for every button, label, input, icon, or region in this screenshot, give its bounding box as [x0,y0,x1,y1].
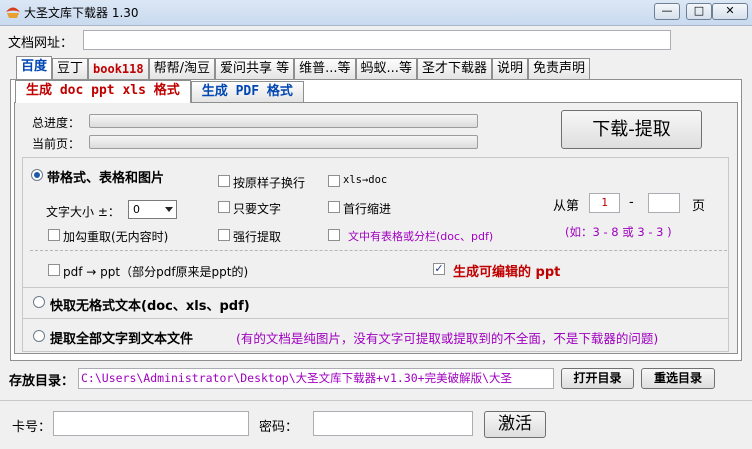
has-table-checkbox[interactable] [328,229,340,241]
maximize-button[interactable]: □ [686,3,712,20]
editable-ppt-label: 生成可编辑的 ppt [453,265,561,280]
tab-mayi[interactable]: 蚂蚁...等 [355,58,417,79]
xls-to-doc-label: xls→doc [343,174,388,186]
pdf-to-ppt-checkbox[interactable] [48,264,60,276]
format-tabs: 生成 doc ppt xls 格式 生成 PDF 格式 [15,80,304,103]
first-indent-checkbox[interactable] [328,201,340,213]
title-bar: 大圣文库下载器 1.30 — □ ✕ [0,0,752,26]
first-indent-label: 首行缩进 [343,202,392,216]
open-dir-button[interactable]: 打开目录 [561,368,634,389]
save-dir-label: 存放目录： [9,374,75,389]
with-format-label: 带格式、表格和图片 [47,171,165,186]
text-only-checkbox[interactable] [218,201,230,213]
reload-hook-label: 加勾重取(无内容时) [63,230,169,244]
current-progress-label: 当前页： [32,137,81,151]
close-button[interactable]: ✕ [712,3,748,20]
font-size-label: 文字大小 ±： [46,205,120,219]
force-extract-checkbox[interactable] [218,229,230,241]
force-extract-label: 强行提取 [233,230,282,244]
footer-divider [0,400,752,401]
password-label: 密码： [259,420,299,435]
has-table-label: 文中有表格或分栏(doc、pdf) [348,230,494,243]
page-suffix: 页 [692,199,706,214]
extract-all-note: (有的文档是纯图片，没有文字可提取或提取到的不全面，不是下载器的问题) [236,331,659,346]
text-only-label: 只要文字 [233,202,282,216]
extract-all-radio[interactable] [33,330,45,342]
tab-disclaimer[interactable]: 免责声明 [527,58,590,79]
font-size-select[interactable]: 0 [128,200,177,219]
quick-no-format-label: 快取无格式文本(doc、xls、pdf) [50,299,250,314]
tab-book118[interactable]: book118 [88,58,149,79]
options-box [22,157,729,352]
xls-to-doc-checkbox[interactable] [328,175,340,187]
tab-pdf-format[interactable]: 生成 PDF 格式 [190,81,304,102]
tab-weipu[interactable]: 维普...等 [294,58,356,79]
page-dash: - [629,195,634,210]
chevron-down-icon [165,207,173,212]
activate-button[interactable]: 激活 [484,411,546,438]
card-label: 卡号： [12,420,52,435]
tab-doc-format[interactable]: 生成 doc ppt xls 格式 [15,80,191,103]
tab-shengcai[interactable]: 圣才下载器 [416,58,492,79]
by-sample-break-label: 按原样子换行 [233,176,306,190]
save-dir-input[interactable]: C:\Users\Administrator\Desktop\大圣文库下载器+v… [78,368,554,389]
pdf-to-ppt-label: pdf → ppt（部分pdf原来是ppt的) [63,265,249,279]
editable-ppt-checkbox[interactable]: ✓ [433,263,445,275]
quick-no-format-radio[interactable] [33,296,45,308]
minimize-button[interactable]: — [654,3,680,20]
window-title: 大圣文库下载器 1.30 [24,6,139,20]
tab-bangbang[interactable]: 帮帮/淘豆 [148,58,215,79]
reload-hook-checkbox[interactable] [48,229,60,241]
page-range-hint: (如：3 - 8 或 3 - 3 ) [565,225,672,239]
tab-iask[interactable]: 爱问共享 等 [215,58,295,79]
with-format-radio[interactable] [31,169,43,181]
by-sample-break-checkbox[interactable] [218,175,230,187]
options-separator [23,287,728,288]
total-progress-label: 总进度： [32,116,81,130]
page-from-input[interactable]: 1 [589,193,620,213]
options-divider [30,250,727,251]
url-input[interactable] [83,30,671,50]
tab-douding[interactable]: 豆丁 [52,58,89,79]
app-logo-icon [6,7,20,18]
current-progress-bar [89,135,478,149]
options-separator-2 [23,318,728,319]
source-tabs: 百度 豆丁 book118 帮帮/淘豆 爱问共享 等 维普...等 蚂蚁...等… [16,56,590,79]
extract-all-label: 提取全部文字到文本文件 [50,332,194,347]
tab-baidu[interactable]: 百度 [16,56,53,79]
font-size-value: 0 [133,203,140,216]
url-label: 文档网址： [8,36,74,51]
page-from-label: 从第 [553,199,580,214]
page-to-input[interactable] [648,193,680,213]
total-progress-bar [89,114,478,128]
password-input[interactable] [313,411,473,436]
reselect-dir-button[interactable]: 重选目录 [641,368,715,389]
card-input[interactable] [53,411,249,436]
download-extract-button[interactable]: 下载-提取 [561,110,702,149]
tab-help[interactable]: 说明 [491,58,528,79]
